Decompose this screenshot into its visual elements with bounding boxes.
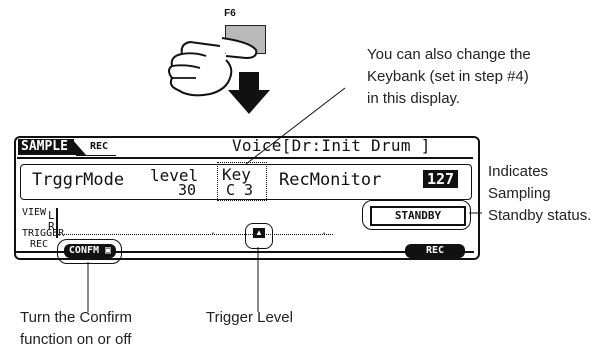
callout-standby: Indicates Sampling Standby status. (488, 161, 591, 227)
callout-trigger-level: Trigger Level (206, 309, 293, 326)
callout-confirm-line1: Turn the Confirm (20, 309, 132, 326)
callout-standby-line1: Indicates (488, 163, 549, 180)
callout-standby-line2: Sampling (488, 185, 551, 202)
callout-standby-line3: Standby status. (488, 207, 592, 224)
callout-confirm-line2: function on or off (20, 331, 132, 348)
callout-confirm: Turn the Confirm function on or off (20, 307, 132, 351)
